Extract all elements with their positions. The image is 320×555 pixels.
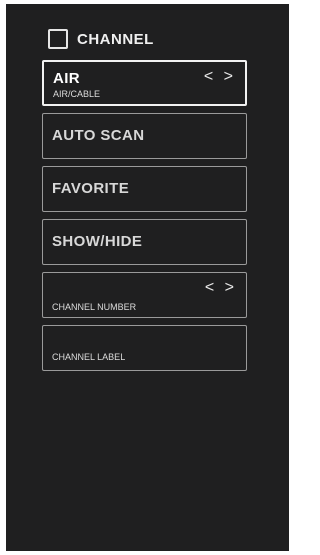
- menu-item-channel-label-label: CHANNEL LABEL: [52, 352, 126, 362]
- checkbox-square-icon: [48, 29, 68, 49]
- menu-item-show-hide[interactable]: SHOW/HIDE: [42, 219, 247, 265]
- menu-header: CHANNEL: [48, 27, 154, 51]
- menu-item-air-label: AIR: [53, 70, 81, 87]
- channel-menu-list: AIR AIR/CABLE < > AUTO SCAN FAVORITE SHO…: [42, 60, 247, 378]
- menu-item-channel-number[interactable]: CHANNEL NUMBER < >: [42, 272, 247, 318]
- menu-item-air-cable-sublabel: AIR/CABLE: [53, 89, 101, 99]
- menu-item-channel-label[interactable]: CHANNEL LABEL: [42, 325, 247, 371]
- menu-item-favorite[interactable]: FAVORITE: [42, 166, 247, 212]
- menu-title: CHANNEL: [77, 30, 154, 48]
- menu-item-show-hide-label: SHOW/HIDE: [52, 233, 143, 250]
- left-right-arrows-icon[interactable]: < >: [205, 279, 237, 297]
- menu-item-air-cable[interactable]: AIR AIR/CABLE < >: [42, 60, 247, 106]
- left-right-arrows-icon[interactable]: < >: [204, 68, 236, 86]
- menu-item-auto-scan-label: AUTO SCAN: [52, 127, 145, 144]
- menu-item-channel-number-label: CHANNEL NUMBER: [52, 302, 137, 312]
- menu-item-favorite-label: FAVORITE: [52, 180, 130, 197]
- menu-item-auto-scan[interactable]: AUTO SCAN: [42, 113, 247, 159]
